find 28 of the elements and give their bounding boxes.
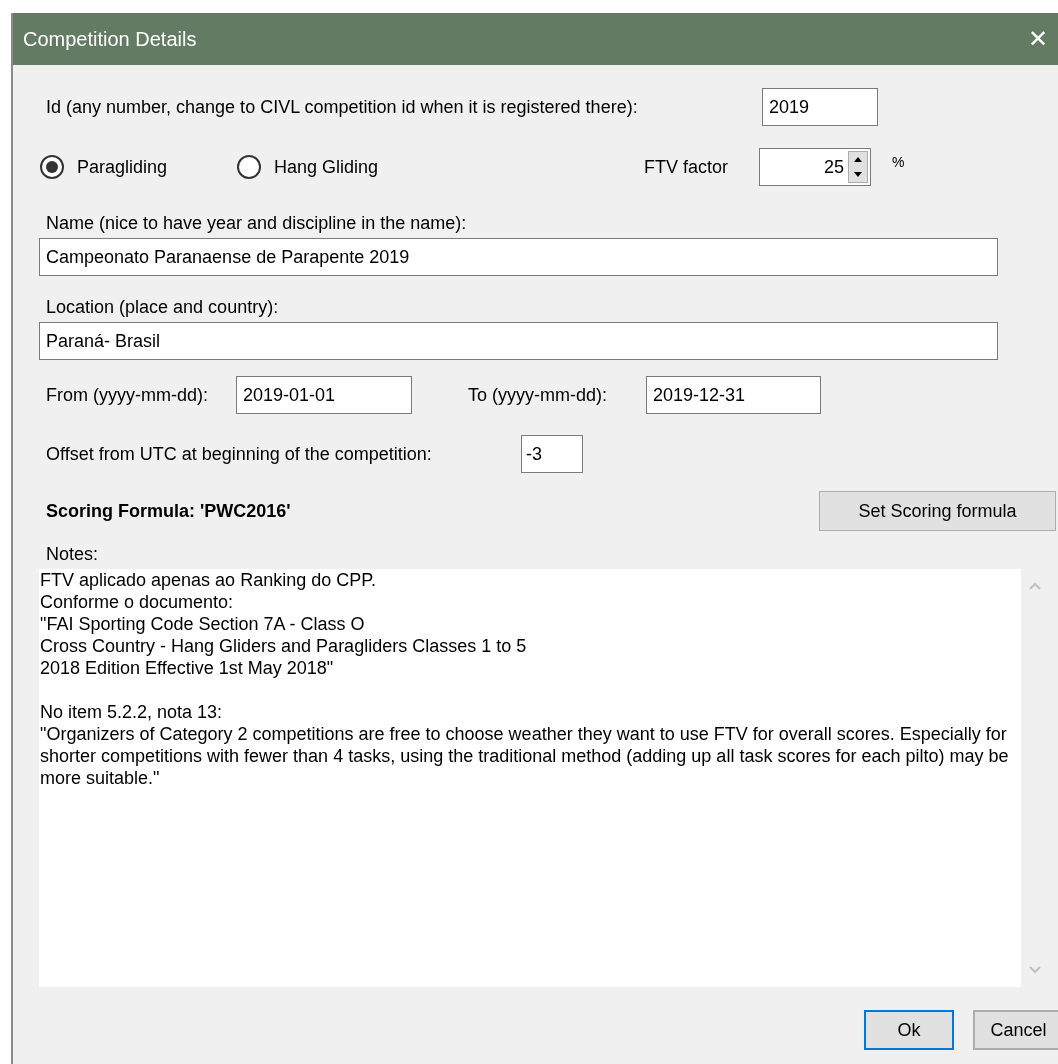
name-field[interactable]: Campeonato Paranaense de Parapente 2019 <box>39 238 998 276</box>
id-field[interactable]: 2019 <box>762 88 878 126</box>
spinbox-value: 25 <box>823 155 845 179</box>
radio-button[interactable] <box>237 155 261 179</box>
field-label: Offset from UTC at beginning of the competition: <box>46 442 433 466</box>
radio-label[interactable]: Hang Gliding <box>274 153 379 181</box>
close-button[interactable]: ✕ <box>1028 27 1048 51</box>
field-label: To (yyyy-mm-dd): <box>468 383 608 407</box>
radio-label[interactable]: Paragliding <box>77 153 168 181</box>
window-title: Competition Details <box>23 27 197 52</box>
ftv-spinbox[interactable]: 25 <box>759 148 871 186</box>
location-field[interactable]: Paraná- Brasil <box>39 322 998 360</box>
percent-label: % <box>892 153 905 172</box>
cancel-button[interactable]: Cancel <box>973 1010 1058 1050</box>
field-label: From (yyyy-mm-dd): <box>46 383 209 407</box>
field-label: Id (any number, change to CIVL competition id when it is registered there): <box>46 95 639 119</box>
notes-field[interactable]: FTV aplicado apenas ao Ranking do CPP. Conforme o documento: "FAI Sporting Code Section 7A - Class O Cross Country - Hang Gliders and Paragliders Classes 1 to 5 2018 Edition Effective 1st May 2018" No item 5.2.2, nota 13: "Organizers of Category 2 competitions are free to choose weather they want to use FTV for overall scores. Especially for shorter competitions with fewer than 4 tasks, using the traditional method (adding up all task scores for each pilto) may be more suitable." <box>39 569 1021 987</box>
offset-field[interactable]: -3 <box>521 435 583 473</box>
set-scoring-formula-button[interactable]: Set Scoring formula <box>819 491 1056 531</box>
radio-button[interactable] <box>40 155 64 179</box>
from-date-field[interactable]: 2019-01-01 <box>236 376 412 414</box>
field-label: FTV factor <box>644 155 729 179</box>
field-label: Location (place and country): <box>46 296 280 319</box>
scoring-formula-label: Scoring Formula: 'PWC2016' <box>46 499 292 523</box>
field-label: Name (nice to have year and discipline in the name): <box>46 212 468 235</box>
to-date-field[interactable]: 2019-12-31 <box>646 376 821 414</box>
notes-label: Notes: <box>46 543 100 566</box>
ok-button[interactable]: Ok <box>864 1010 954 1050</box>
